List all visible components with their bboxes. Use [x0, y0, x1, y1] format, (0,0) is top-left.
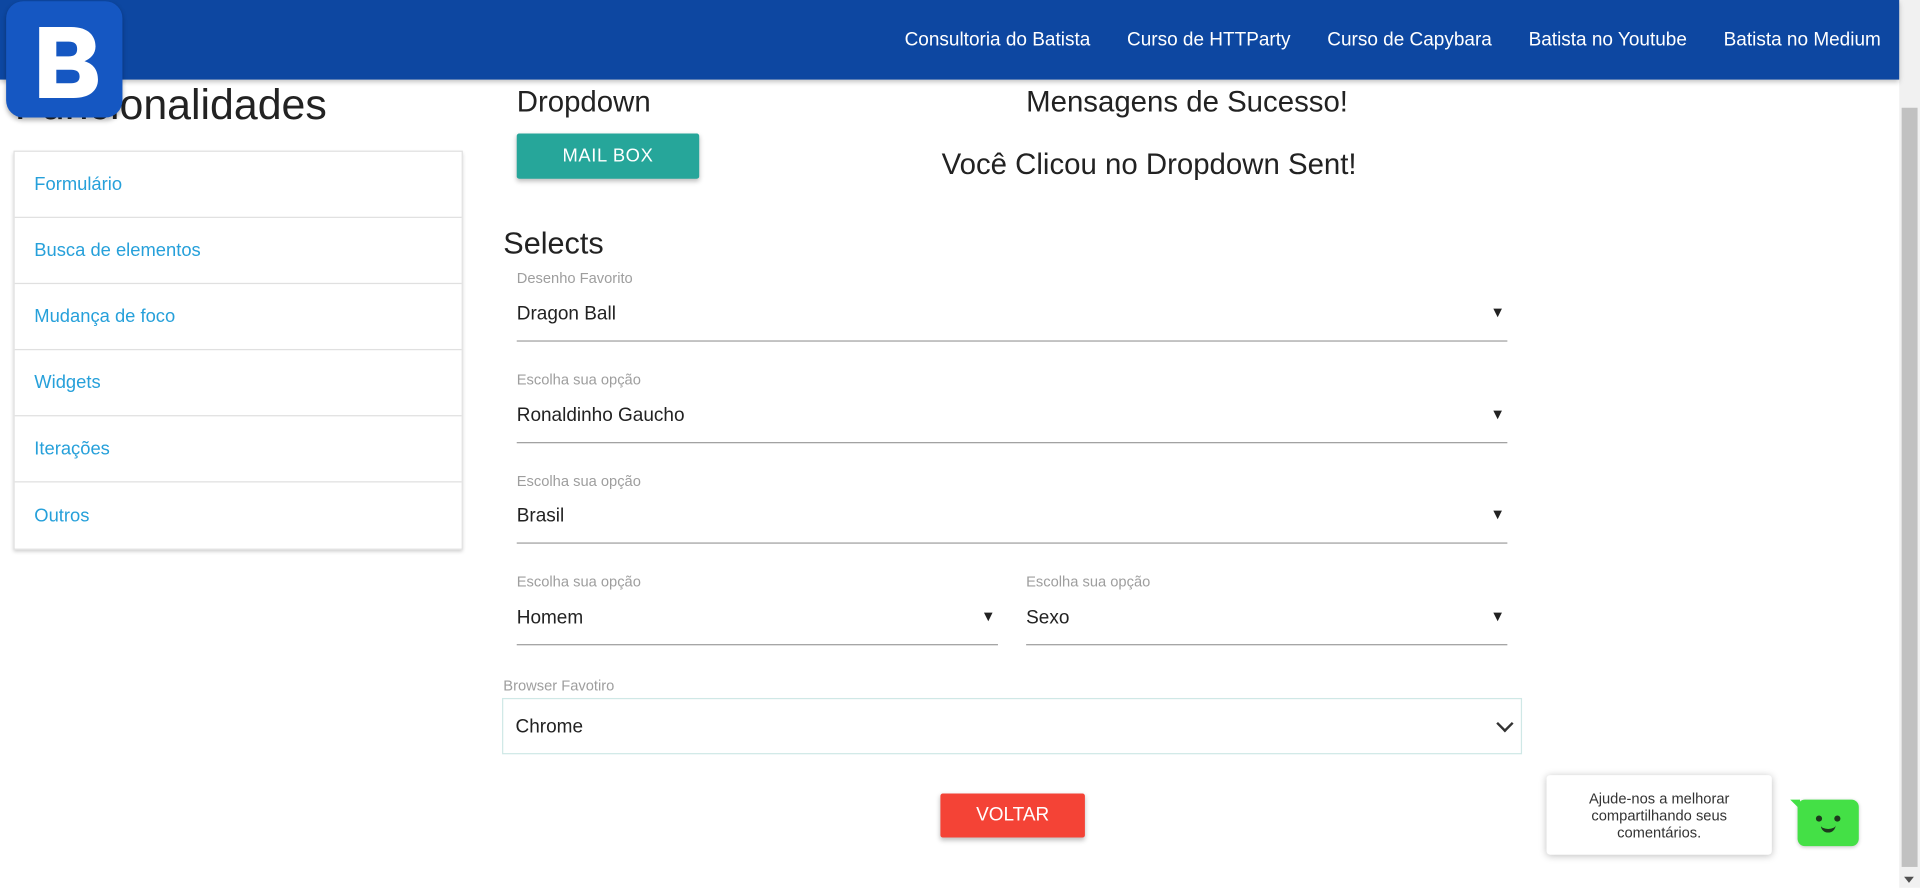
feedback-tooltip: Ajude-nos a melhorar compartilhando seus…	[1546, 775, 1772, 855]
bot-eye-icon	[1815, 815, 1823, 822]
page-scrollbar[interactable]	[1899, 0, 1920, 888]
genero-label: Escolha sua opção	[516, 573, 641, 591]
nav-links: Consultoria do Batista Curso de HTTParty…	[868, 0, 1881, 80]
jogador-label: Escolha sua opção	[516, 371, 641, 389]
caret-down-icon: ▼	[1490, 405, 1505, 423]
pais-select[interactable]: Brasil ▼	[516, 493, 1508, 544]
feedback-bot-button[interactable]	[1790, 799, 1859, 847]
mail-box-button[interactable]: MAIL BOX	[516, 133, 700, 179]
caret-down-icon: ▼	[1490, 303, 1505, 321]
pais-label: Escolha sua opção	[516, 472, 641, 490]
sexo-select[interactable]: Sexo ▼	[1026, 595, 1508, 646]
desenho-favorito-select[interactable]: Dragon Ball ▼	[516, 291, 1508, 342]
sidebar-item-formulario[interactable]: Formulário	[14, 152, 462, 218]
select-value: Sexo	[1026, 607, 1070, 629]
nav-link-youtube[interactable]: Batista no Youtube	[1529, 29, 1687, 51]
chevron-down-icon	[1496, 715, 1514, 733]
selects-heading: Selects	[503, 226, 604, 261]
select-value: Brasil	[516, 505, 565, 527]
sexo-label: Escolha sua opção	[1026, 573, 1151, 591]
sidebar-menu: Formulário Busca de elementos Mudança de…	[13, 150, 463, 550]
scrollbar-thumb[interactable]	[1901, 107, 1918, 867]
nav-link-capybara[interactable]: Curso de Capybara	[1327, 29, 1492, 51]
caret-down-icon: ▼	[980, 607, 996, 625]
sidebar-item-iteracoes[interactable]: Iterações	[14, 416, 462, 483]
success-title: Mensagens de Sucesso!	[1026, 85, 1348, 119]
nav-link-medium[interactable]: Batista no Medium	[1724, 29, 1881, 51]
logo-b-icon	[38, 26, 98, 98]
select-value: Homem	[516, 607, 584, 629]
sidebar-item-mudanca-de-foco[interactable]: Mudança de foco	[14, 284, 462, 351]
feedback-text: Ajude-nos a melhorar compartilhando seus…	[1588, 789, 1730, 841]
batista-logo[interactable]	[6, 1, 123, 118]
success-message: Você Clicou no Dropdown Sent!	[941, 148, 1357, 182]
sidebar-item-busca-de-elementos[interactable]: Busca de elementos	[14, 218, 462, 285]
nav-link-consultoria[interactable]: Consultoria do Batista	[905, 29, 1091, 51]
select-value: Dragon Ball	[516, 303, 616, 325]
voltar-button[interactable]: VOLTAR	[940, 793, 1085, 838]
caret-down-icon: ▼	[1490, 607, 1505, 625]
scroll-down-arrow-icon[interactable]	[1904, 876, 1914, 883]
bot-smile-icon	[1820, 825, 1836, 833]
select-value: Chrome	[515, 716, 584, 738]
jogador-select[interactable]: Ronaldinho Gaucho ▼	[516, 393, 1508, 444]
sidebar-item-outros[interactable]: Outros	[15, 482, 462, 548]
nav-link-httparty[interactable]: Curso de HTTParty	[1127, 29, 1290, 51]
browser-favorito-select[interactable]: Chrome	[502, 697, 1523, 755]
select-value: Ronaldinho Gaucho	[516, 405, 685, 427]
caret-down-icon: ▼	[1490, 505, 1505, 523]
desenho-favorito-label: Desenho Favorito	[516, 269, 633, 287]
bot-eye-icon	[1834, 815, 1841, 822]
browser-favorito-label: Browser Favotiro	[503, 677, 615, 695]
sidebar-item-widgets[interactable]: Widgets	[14, 350, 462, 417]
top-navbar: Consultoria do Batista Curso de HTTParty…	[0, 0, 1900, 80]
genero-select[interactable]: Homem ▼	[516, 595, 998, 646]
dropdown-heading: Dropdown	[516, 85, 651, 119]
